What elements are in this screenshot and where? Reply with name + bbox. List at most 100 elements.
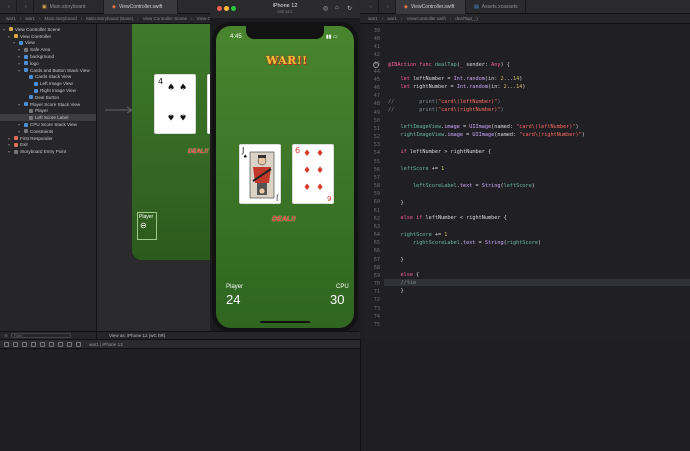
outline-item[interactable]: Right Image View xyxy=(0,87,96,94)
outline-item[interactable]: Player xyxy=(0,108,96,115)
outline-item[interactable]: ▾ View Controller Scene xyxy=(0,26,96,33)
outline-item[interactable]: ▾ Exit xyxy=(0,142,96,149)
iphone-screen[interactable]: 4:45 ▮▮ ▭ WAR!! J ♠ J 6 ♦ ♦ ♦ ♦ ♦ ♦ 6 DE… xyxy=(216,26,354,328)
screenshot-icon[interactable]: ◎ xyxy=(323,5,328,12)
code-line: } xyxy=(388,288,404,294)
outline-item[interactable]: Left Image View xyxy=(0,80,96,87)
tab-assets[interactable]: ▤ Assets.xcassets xyxy=(466,0,526,14)
spade-icon: ♠ xyxy=(179,83,188,93)
disclosure-icon[interactable]: ▾ xyxy=(18,61,22,66)
disclosure-icon[interactable]: ▾ xyxy=(13,40,17,45)
breakpoints-icon[interactable] xyxy=(13,341,18,347)
variables-view[interactable] xyxy=(0,349,360,451)
disclosure-icon[interactable]: ▾ xyxy=(18,68,22,73)
tabs-forward-icon[interactable]: › xyxy=(17,0,34,14)
breadcrumb-item[interactable]: ViewController.swift xyxy=(407,16,446,21)
deal-button[interactable]: DEAL!! xyxy=(272,216,296,223)
outline-item-icon xyxy=(14,136,18,141)
outline-item[interactable]: ▾ CPU Score Stack View xyxy=(0,121,96,128)
outline-item[interactable]: Left Score Label xyxy=(0,114,96,122)
tabs-back-icon[interactable]: ‹ xyxy=(0,0,17,14)
breadcrumb-item[interactable]: Main.storyboard xyxy=(45,16,77,21)
outline-item-icon xyxy=(19,40,23,45)
home-icon[interactable]: ⌂ xyxy=(335,5,339,11)
outline-item[interactable]: ▾ View xyxy=(0,40,96,47)
outline-item[interactable]: ▾ Constraints xyxy=(0,128,96,135)
tab-main-storyboard[interactable]: ▣ Main.storyboard xyxy=(34,0,104,14)
outline-item-label: Player xyxy=(35,108,49,114)
console-area[interactable] xyxy=(360,339,690,451)
hide-debug-area-icon[interactable] xyxy=(4,341,9,347)
outline-item[interactable]: ▾ Safe Area xyxy=(0,46,96,53)
outline-item[interactable]: Deal Button xyxy=(0,94,96,101)
left-card-image: J ♠ J xyxy=(239,144,281,204)
breadcrumb-item[interactable]: Main.storyboard (Base) xyxy=(86,16,133,21)
disclosure-icon[interactable]: ▾ xyxy=(8,136,12,141)
disclosure-icon[interactable]: ▾ xyxy=(8,149,12,154)
line-number: 74 xyxy=(373,313,380,320)
outline-item[interactable]: ▾ background xyxy=(0,53,96,60)
step-out-icon[interactable] xyxy=(49,341,54,347)
breadcrumb-right: war1 › war1 › ViewController.swift › dealTa… xyxy=(362,14,690,24)
outline-item-label: Cards and Button Stack View xyxy=(30,67,90,73)
breadcrumb-item[interactable]: war1 xyxy=(6,16,16,21)
line-number: 75 xyxy=(373,321,380,328)
line-number: 40 xyxy=(373,36,380,43)
jack-face-icon xyxy=(249,151,275,199)
outline-item[interactable]: ▾ logo xyxy=(0,60,96,67)
outline-item-label: Right Image View xyxy=(40,88,76,94)
line-number: 45 xyxy=(373,76,380,83)
diamond-icon: ♦ xyxy=(303,149,312,159)
code-line: rightScore += 1 xyxy=(400,232,448,238)
view-controller-preview[interactable]: 4 ♠ ♠ ♠ ♠ DEAL!! Player ⊖ xyxy=(132,24,227,260)
outline-item[interactable]: Cards Stack View xyxy=(0,74,96,81)
disclosure-icon[interactable]: ▾ xyxy=(18,47,22,52)
preview-player-label: Player xyxy=(139,214,154,220)
step-in-icon[interactable] xyxy=(40,341,45,347)
breadcrumb-item[interactable]: war1 xyxy=(25,16,35,21)
home-indicator[interactable] xyxy=(260,321,310,323)
line-number: 47 xyxy=(373,93,380,100)
line-number: 42 xyxy=(373,52,380,59)
memory-graph-icon[interactable] xyxy=(67,341,72,347)
breadcrumb-item[interactable]: war1 xyxy=(387,16,397,21)
ibaction-connection-icon[interactable] xyxy=(373,62,379,68)
view-hierarchy-icon[interactable] xyxy=(58,341,63,347)
outline-item[interactable]: ▾ Cards and Button Stack View xyxy=(0,67,96,74)
tabs-forward-icon[interactable]: › xyxy=(379,0,396,14)
disclosure-icon[interactable]: ▾ xyxy=(18,102,22,107)
document-outline: ▾ View Controller Scene ▾ View Controller ▾ V… xyxy=(0,24,97,331)
tab-viewcontroller-left[interactable]: ◆ ViewController.swift xyxy=(104,0,178,14)
breadcrumb-item[interactable]: war1 xyxy=(368,16,378,21)
diamond-icon: ♦ xyxy=(316,183,325,193)
line-number: 72 xyxy=(373,297,380,304)
outline-item-icon xyxy=(24,54,28,59)
view-as-label[interactable]: View as: iPhone 12 (wC hR) xyxy=(109,333,165,338)
code-editor[interactable] xyxy=(362,24,690,339)
location-icon[interactable] xyxy=(76,341,81,347)
pause-icon[interactable] xyxy=(22,341,27,347)
outline-item[interactable]: ▾ View Controller xyxy=(0,33,96,40)
code-line: leftImageView.image = UIImage(named: "ca… xyxy=(400,124,579,130)
outline-filter-bar: ⊜ Filter xyxy=(0,331,97,339)
disclosure-icon[interactable]: ▾ xyxy=(18,122,22,127)
tab-viewcontroller-right[interactable]: ◆ ViewController.swift xyxy=(396,0,466,14)
rotate-icon[interactable]: ↻ xyxy=(347,5,352,12)
disclosure-icon[interactable]: ▾ xyxy=(18,129,22,134)
outline-item[interactable]: ▾ Storyboard Entry Point xyxy=(0,148,96,155)
tabs-back-icon[interactable]: ‹ xyxy=(362,0,379,14)
outline-item-label: Storyboard Entry Point xyxy=(20,149,67,155)
disclosure-icon[interactable]: ▾ xyxy=(8,142,12,147)
disclosure-icon[interactable]: ▾ xyxy=(18,54,22,59)
filter-field[interactable]: Filter xyxy=(10,333,71,338)
disclosure-icon[interactable]: ▾ xyxy=(3,27,7,32)
outline-item-label: Safe Area xyxy=(30,47,51,53)
breadcrumb-item[interactable]: View Controller Scene xyxy=(143,16,187,21)
step-over-icon[interactable] xyxy=(31,341,36,347)
outline-item[interactable]: ▾ First Responder xyxy=(0,135,96,142)
outline-item-icon xyxy=(34,81,38,86)
breadcrumb-item[interactable]: dealTap(_:) xyxy=(455,16,478,21)
outline-item[interactable]: ▾ Player Score Stack View xyxy=(0,101,96,108)
outline-item-label: View Controller Scene xyxy=(15,26,61,32)
disclosure-icon[interactable]: ▾ xyxy=(8,34,12,39)
